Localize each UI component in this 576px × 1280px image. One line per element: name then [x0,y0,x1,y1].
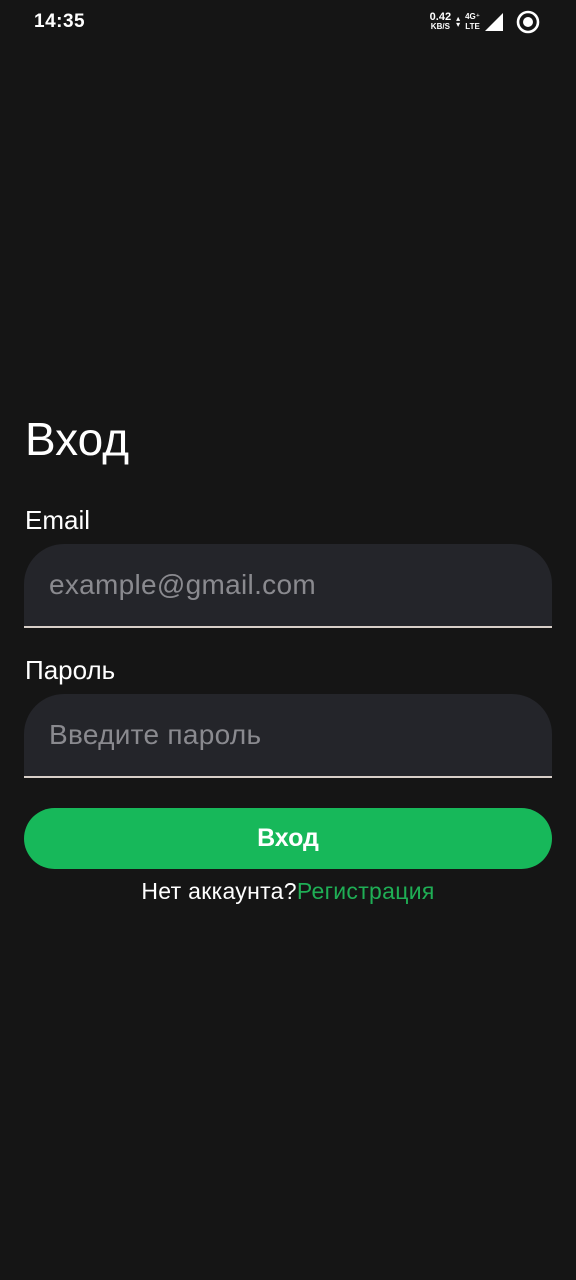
email-field[interactable] [49,562,529,608]
signup-link[interactable]: Регистрация [297,878,435,904]
password-field-container [24,694,552,778]
network-type: 4G⁺ LTE [465,12,480,32]
status-time: 14:35 [34,11,86,32]
login-screen: 14:35 0.42 KB/S ▴ ▾ 4G⁺ LTE Вход Email e… [0,0,576,1280]
record-icon [516,10,540,34]
signal-icon [485,13,503,31]
network-speed: 0.42 KB/S [429,11,452,32]
status-bar: 14:35 0.42 KB/S ▴ ▾ 4G⁺ LTE [0,0,576,44]
email-label: Email [25,505,91,535]
page-title: Вход [25,413,130,465]
network-speed-value: 0.42 [429,11,452,23]
login-button[interactable]: Вход [24,808,552,869]
data-arrows-icon: ▴ ▾ [456,14,461,29]
signup-prompt: Нет аккаунта? [141,878,297,904]
network-type-top: 4G⁺ [465,12,480,21]
email-field-container [24,544,552,628]
network-speed-unit: KB/S [430,22,450,31]
status-indicators: 0.42 KB/S ▴ ▾ 4G⁺ LTE [430,9,540,35]
network-type-bottom: LTE [465,22,480,31]
signup-row: Нет аккаунта?Регистрация [0,878,576,905]
password-label: Пароль [25,655,116,685]
password-field[interactable] [49,712,529,758]
